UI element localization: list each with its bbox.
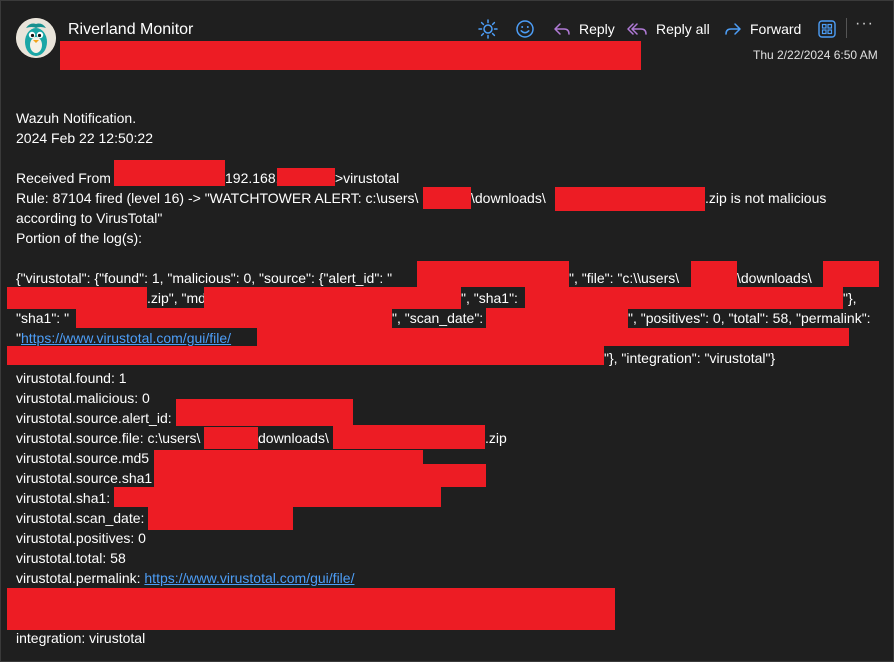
field-line: virustotal.source.sha1: [16, 470, 153, 486]
field-line: virustotal.source.alert_id:: [16, 410, 172, 426]
redacted-permalink: [257, 328, 849, 346]
redacted-scan-date: [148, 507, 293, 530]
reply-all-icon[interactable]: [626, 17, 650, 41]
redacted-username: [423, 187, 471, 209]
body-line: .zip is not malicious: [705, 190, 827, 206]
reply-all-button[interactable]: Reply all: [656, 21, 710, 37]
body-line: Received From: [16, 170, 111, 186]
field-line: integration: virustotal: [16, 630, 146, 646]
redacted-sha1: [154, 464, 486, 487]
sender-avatar[interactable]: [16, 18, 56, 58]
redacted-filename: [7, 287, 147, 309]
body-line: "https://www.virustotal.com/gui/file/: [16, 330, 232, 346]
body-line: Portion of the log(s):: [16, 230, 143, 246]
body-line: ", "sha1":: [461, 290, 518, 306]
more-actions-button[interactable]: ···: [855, 15, 874, 33]
body-line: according to VirusTotal": [16, 210, 163, 226]
redacted-alert-id: [176, 399, 353, 426]
field-line: virustotal.positives: 0: [16, 530, 146, 546]
body-line: ", "positives": 0, "total": 58, "permali…: [628, 310, 871, 326]
reply-icon[interactable]: [550, 17, 574, 41]
reply-button[interactable]: Reply: [579, 21, 615, 37]
toolbar-divider: [846, 18, 847, 38]
permalink-link[interactable]: https://www.virustotal.com/gui/file/: [144, 570, 354, 586]
body-line: Wazuh Notification.: [16, 110, 137, 126]
body-line: "},: [843, 290, 857, 306]
field-line: virustotal.found: 1: [16, 370, 127, 386]
field-line: virustotal.malicious: 0: [16, 390, 150, 406]
sent-date: Thu 2/22/2024 6:50 AM: [753, 48, 878, 62]
redacted-sha1: [114, 487, 441, 507]
redacted-md5: [204, 287, 461, 309]
permalink-link[interactable]: https://www.virustotal.com/gui/file/: [21, 330, 231, 346]
body-line: Rule: 87104 fired (level 16) -> "WATCHTO…: [16, 190, 419, 206]
penguin-avatar-icon: [16, 18, 56, 58]
body-line: >virustotal: [335, 170, 400, 186]
field-line: virustotal.source.file: c:\users\: [16, 430, 201, 446]
sun-icon[interactable]: [476, 17, 500, 41]
body-line: 192.168.: [225, 170, 280, 186]
redacted-sha1: [76, 308, 392, 328]
body-line: \downloads\: [471, 190, 546, 206]
redacted-permalink: [7, 346, 604, 365]
body-line: ", "file": "c:\\users\: [569, 270, 680, 286]
redacted-username: [691, 261, 737, 287]
body-line: 2024 Feb 22 12:50:22: [16, 130, 154, 146]
field-line: virustotal.permalink: https://www.virust…: [16, 570, 355, 586]
sender-name[interactable]: Riverland Monitor: [68, 21, 193, 39]
body-line: "sha1": ": [16, 310, 70, 326]
forward-button[interactable]: Forward: [750, 21, 801, 37]
redacted-filename: [823, 261, 879, 287]
apps-icon[interactable]: [815, 17, 839, 41]
body-line: ", "scan_date": ": [392, 310, 493, 326]
redacted-hostname: [114, 160, 225, 186]
body-line: "}, "integration": "virustotal"}: [604, 350, 776, 366]
field-line: .zip: [485, 430, 507, 446]
redacted-scan-date: [486, 308, 628, 328]
redacted-recipients: [60, 41, 641, 70]
redacted-filename: [555, 187, 705, 211]
redacted-sha1: [525, 287, 843, 309]
redacted-username: [204, 427, 258, 449]
field-line: virustotal.total: 58: [16, 550, 126, 566]
redacted-alert-id: [417, 261, 569, 287]
body-line: {"virustotal": {"found": 1, "malicious":…: [16, 270, 393, 286]
redacted-ip: [277, 168, 335, 186]
field-line: virustotal.scan_date:: [16, 510, 145, 526]
body-line: \downloads\: [737, 270, 812, 286]
field-line: downloads\: [258, 430, 329, 446]
forward-icon[interactable]: [721, 17, 745, 41]
emoji-icon[interactable]: [513, 17, 537, 41]
redacted-permalink: [7, 588, 615, 630]
message-reading-pane: Riverland Monitor Reply Reply all Forwar…: [0, 0, 894, 662]
field-line: virustotal.source.md5: [16, 450, 150, 466]
field-line: virustotal.sha1:: [16, 490, 111, 506]
redacted-filename: [333, 425, 485, 449]
